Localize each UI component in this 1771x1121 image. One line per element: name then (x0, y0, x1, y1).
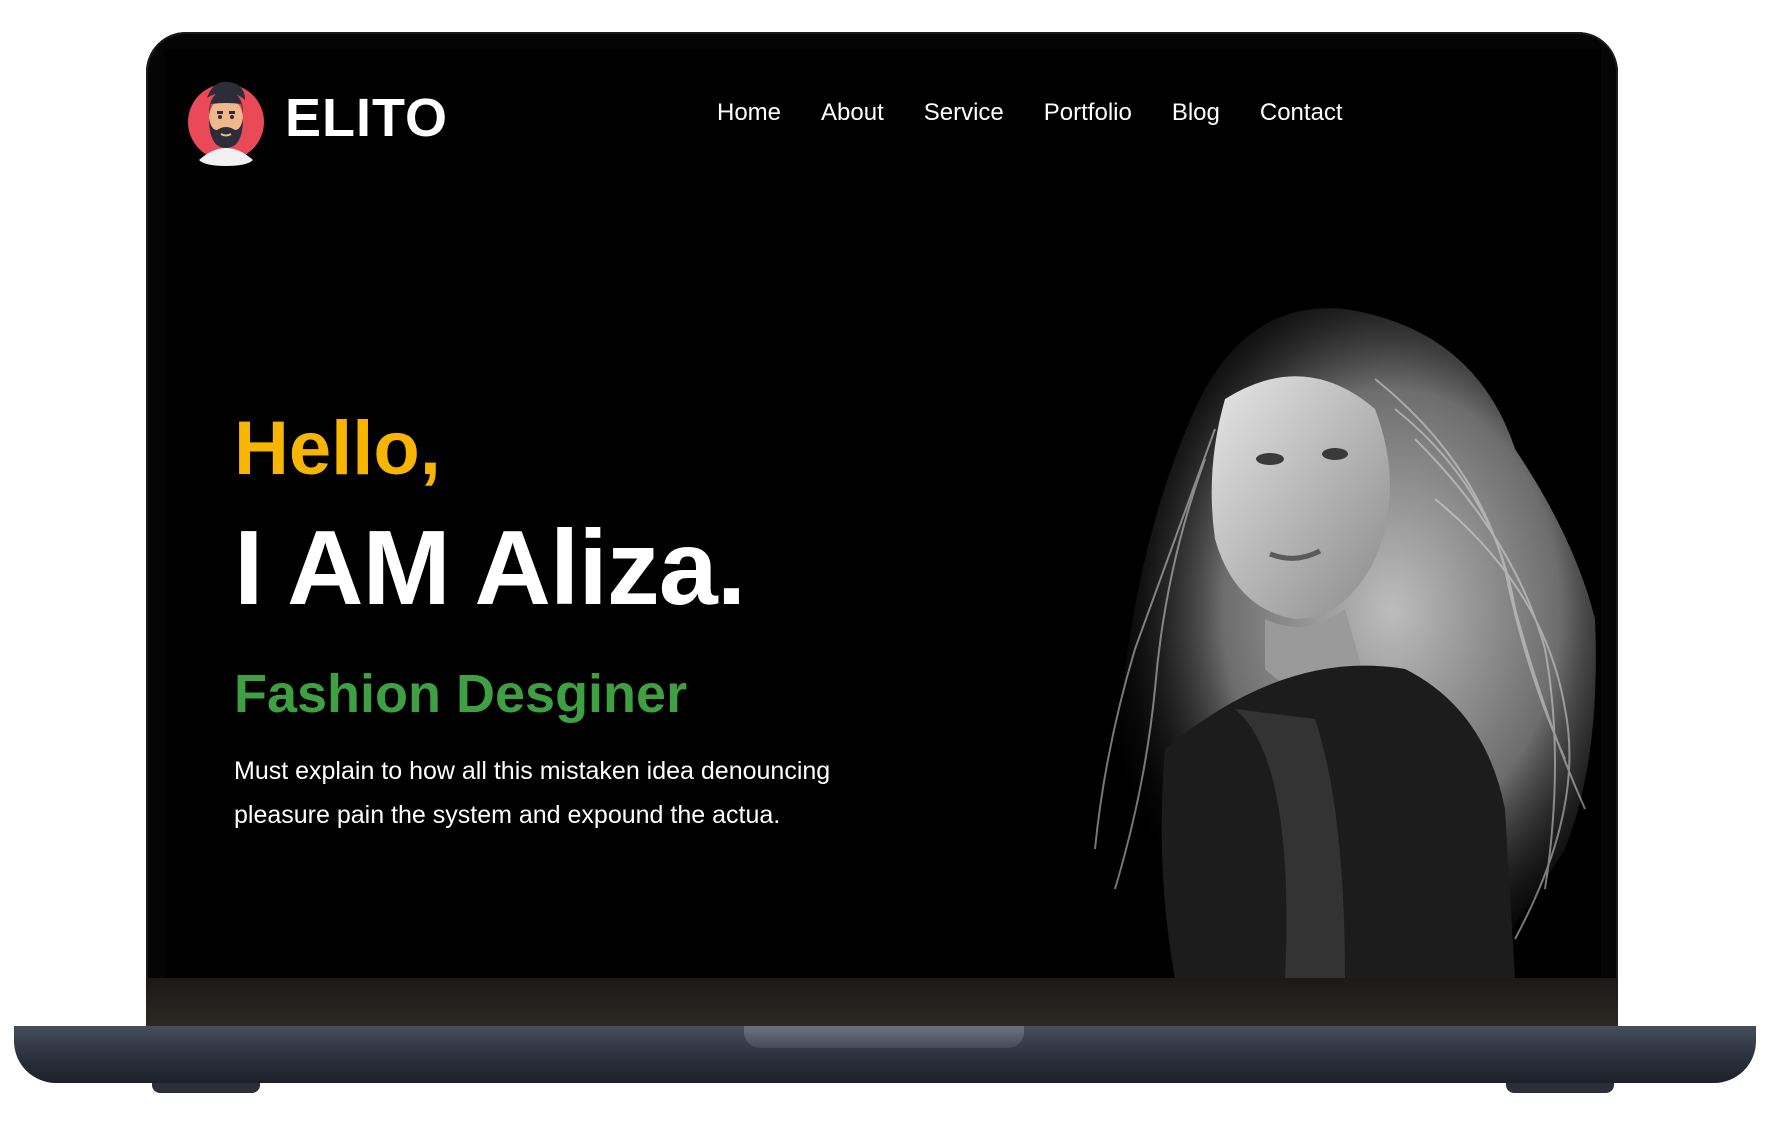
hero-section: Hello, I AM Aliza. Fashion Desginer Must… (234, 411, 934, 837)
laptop-screen-bezel-bottom (146, 978, 1618, 1028)
nav-link-service[interactable]: Service (924, 101, 1004, 125)
laptop-foot-left (152, 1083, 260, 1093)
laptop-foot-right (1506, 1083, 1614, 1093)
hero-name-heading: I AM Aliza. (234, 509, 746, 627)
hero-portrait-image (1085, 308, 1596, 979)
nav-link-contact[interactable]: Contact (1260, 101, 1343, 125)
laptop-screen: ELITO Home About Service Portfolio Blog … (165, 49, 1601, 979)
laptop-opening-notch (744, 1026, 1024, 1048)
hero-role: Fashion Desginer (234, 664, 688, 724)
nav-link-home[interactable]: Home (717, 101, 781, 125)
laptop-mockup: ELITO Home About Service Portfolio Blog … (0, 0, 1771, 1121)
hero-greeting: Hello, (234, 406, 441, 491)
nav-link-portfolio[interactable]: Portfolio (1044, 101, 1132, 125)
site-logo-text[interactable]: ELITO (285, 91, 448, 145)
bearded-man-avatar-icon[interactable] (187, 74, 265, 166)
site-header: ELITO Home About Service Portfolio Blog … (165, 49, 1601, 179)
nav-link-blog[interactable]: Blog (1172, 101, 1220, 125)
main-navigation: Home About Service Portfolio Blog Contac… (717, 101, 1383, 125)
nav-link-about[interactable]: About (821, 101, 884, 125)
hero-description: Must explain to how all this mistaken id… (234, 757, 831, 829)
